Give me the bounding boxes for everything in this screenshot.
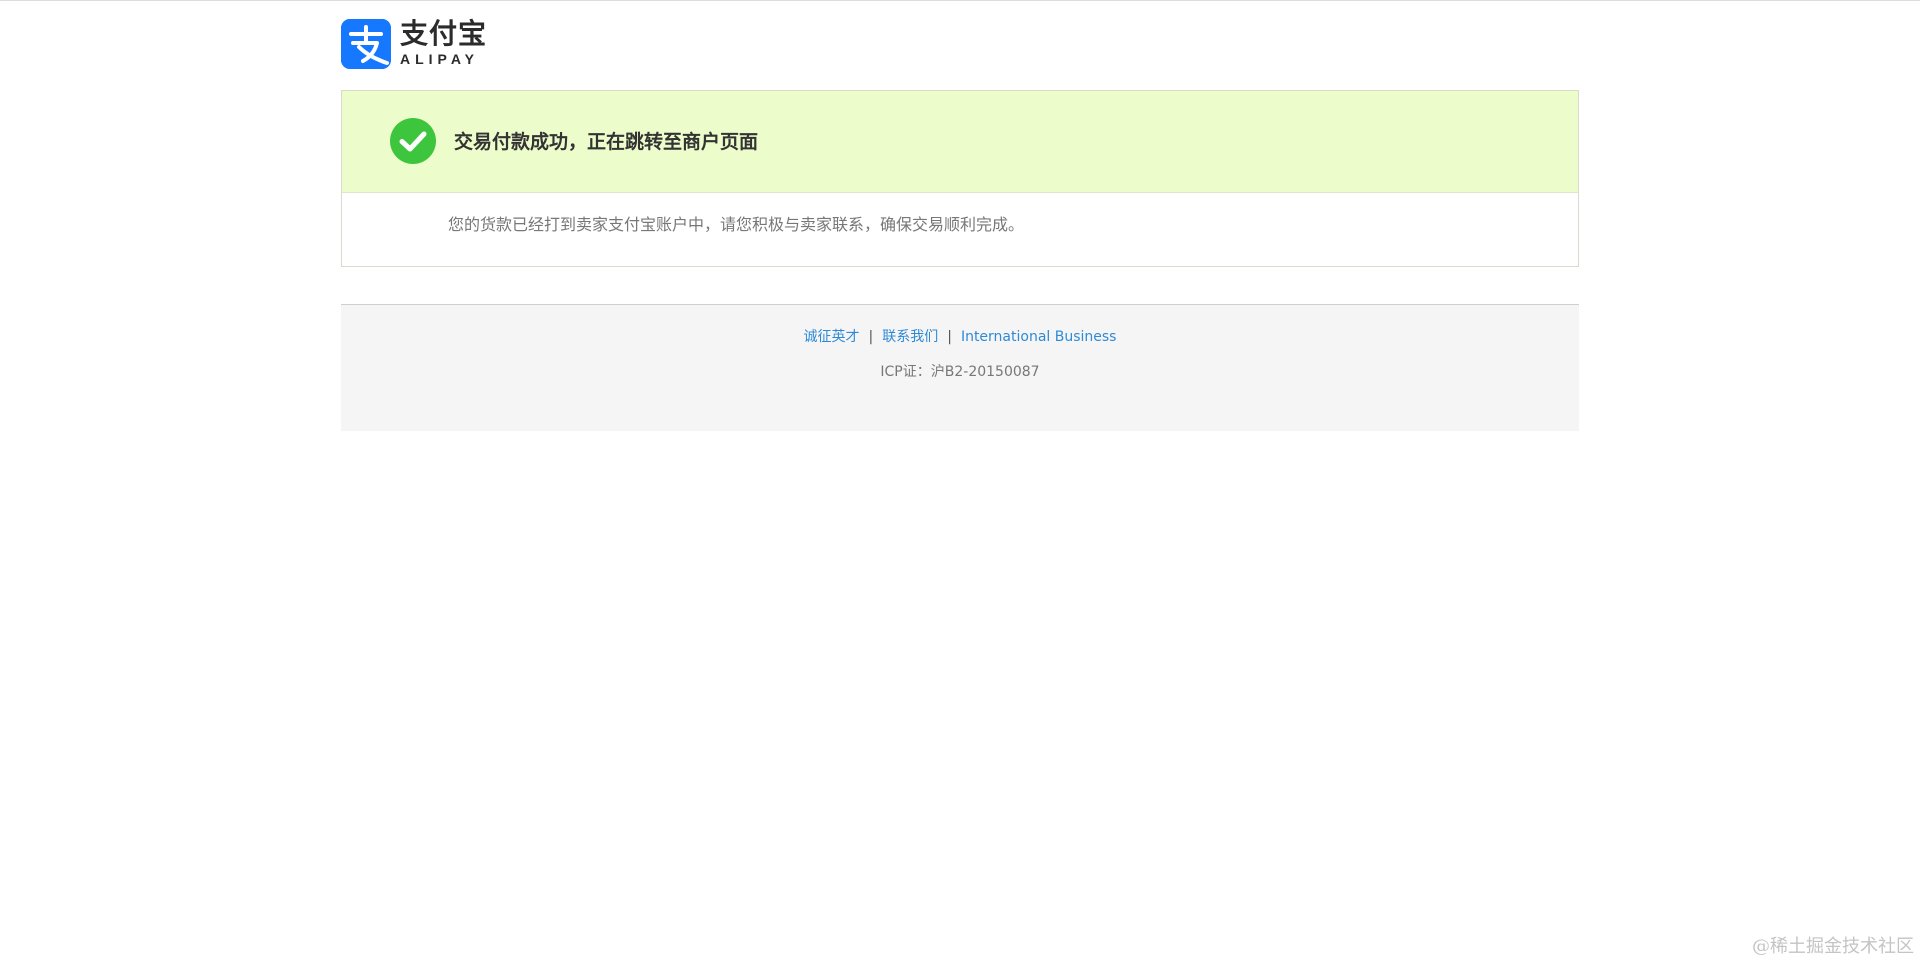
header: 支付宝 ALIPAY [341, 0, 1579, 90]
alipay-logo-icon [341, 19, 391, 69]
footer-link-international[interactable]: International Business [961, 329, 1117, 345]
result-title: 交易付款成功，正在跳转至商户页面 [454, 131, 759, 153]
footer-link-contact[interactable]: 联系我们 [882, 329, 938, 345]
result-panel: 交易付款成功，正在跳转至商户页面 您的货款已经打到卖家支付宝账户中，请您积极与卖… [341, 90, 1579, 267]
result-body: 您的货款已经打到卖家支付宝账户中，请您积极与卖家联系，确保交易顺利完成。 [342, 193, 1578, 266]
footer-links: 诚征英才 | 联系我们 | International Business [341, 327, 1579, 347]
alipay-logo[interactable]: 支付宝 ALIPAY [341, 19, 487, 69]
logo-name-cn: 支付宝 [400, 17, 488, 50]
result-header: 交易付款成功，正在跳转至商户页面 [342, 91, 1578, 193]
check-circle-icon [390, 118, 436, 164]
footer-separator: | [947, 329, 952, 345]
logo-text: 支付宝 ALIPAY [400, 17, 488, 68]
footer-link-careers[interactable]: 诚征英才 [804, 329, 860, 345]
watermark: @稀土掘金技术社区 [1752, 936, 1914, 957]
page-container: 支付宝 ALIPAY 交易付款成功，正在跳转至商户页面 您的货款已经打到卖家支付… [341, 0, 1579, 431]
result-description: 您的货款已经打到卖家支付宝账户中，请您积极与卖家联系，确保交易顺利完成。 [448, 215, 1025, 234]
icp-license: ICP证：沪B2-20150087 [880, 364, 1040, 380]
footer: 诚征英才 | 联系我们 | International Business ICP证：沪B… [341, 304, 1579, 431]
footer-separator: | [868, 329, 874, 345]
logo-name-en: ALIPAY [400, 51, 480, 67]
